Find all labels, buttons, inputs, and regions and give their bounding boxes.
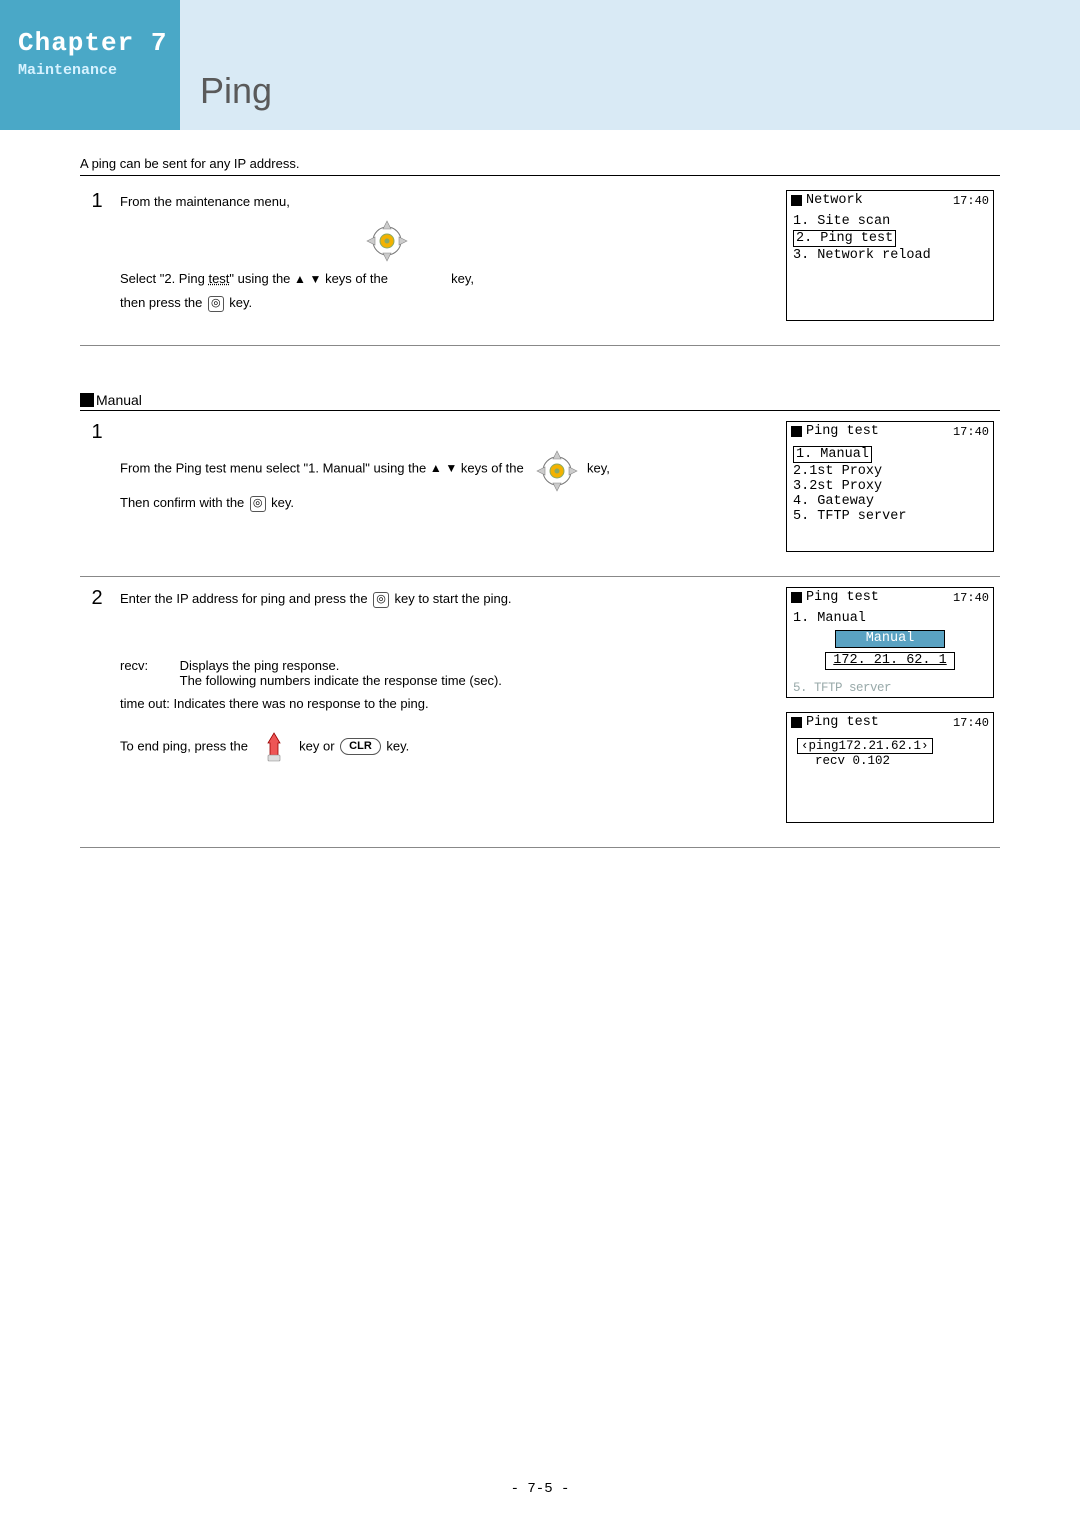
ghost-row: 5. TFTP server xyxy=(793,681,891,695)
menu-item: 1. Site scan xyxy=(793,214,890,229)
step1-line1: From the maintenance menu, xyxy=(120,190,774,215)
manual-step-row-2: 2 Enter the IP address for ping and pres… xyxy=(80,577,1000,848)
recv-definition: recv: Displays the ping response. The fo… xyxy=(120,658,774,688)
step-screen-cell: Network 17:40 1. Site scan 2. Ping test … xyxy=(780,180,1000,346)
chapter-block: Chapter 7 Maintenance xyxy=(0,0,180,130)
screen-title: Ping test xyxy=(806,715,953,730)
screen-time: 17:40 xyxy=(953,194,989,208)
screen-marker-icon xyxy=(791,717,802,728)
step-screen-cell: Ping test 17:40 1. Manual 2.1st Proxy 3.… xyxy=(780,411,1000,577)
menu-item-selected: 1. Manual xyxy=(793,446,872,463)
timeout-definition: time out: Indicates there was no respons… xyxy=(120,696,774,711)
ping-line: ping172.21.62.1 xyxy=(797,738,933,754)
timeout-label: time out: xyxy=(120,696,170,711)
menu-item: 1. Manual xyxy=(793,611,866,626)
timeout-desc: Indicates there was no response to the p… xyxy=(173,696,428,711)
screen-time: 17:40 xyxy=(953,425,989,439)
pingtest-menu-screen: Ping test 17:40 1. Manual 2.1st Proxy 3.… xyxy=(786,421,994,552)
manual-entry-screen: Ping test 17:40 1. Manual Manual 172. 21… xyxy=(786,587,994,698)
recv-label: recv: xyxy=(120,658,176,673)
page-number: - 7-5 - xyxy=(0,1481,1080,1497)
screen-marker-icon xyxy=(791,195,802,206)
square-bullet-icon xyxy=(80,393,94,407)
ping-result-screen: Ping test 17:40 ping172.21.62.1 recv 0.1… xyxy=(786,712,994,823)
recv-line: recv 0.102 xyxy=(793,754,890,768)
end-key-icon xyxy=(256,729,292,765)
enter-key-icon: ◎ xyxy=(250,496,266,512)
screen-title: Ping test xyxy=(806,424,953,439)
step-number: 2 xyxy=(80,577,114,848)
enter-key-icon: ◎ xyxy=(373,592,389,608)
definitions: recv: Displays the ping response. The fo… xyxy=(120,658,774,711)
network-screen: Network 17:40 1. Site scan 2. Ping test … xyxy=(786,190,994,321)
up-arrow-icon xyxy=(430,456,442,481)
navkey-icon xyxy=(533,447,577,491)
screen-title: Ping test xyxy=(806,590,953,605)
screen-title: Network xyxy=(806,193,953,208)
step-body: From the maintenance menu, xyxy=(114,180,780,346)
menu-item: 5. TFTP server xyxy=(793,509,906,524)
step-body: Enter the IP address for ping and press … xyxy=(114,577,780,848)
step1-line3: then press the ◎ key. xyxy=(120,291,774,316)
down-arrow-icon xyxy=(445,456,457,481)
menu-item: 3.2st Proxy xyxy=(793,479,882,494)
menu-item: 2.1st Proxy xyxy=(793,464,882,479)
intro-text: A ping can be sent for any IP address. xyxy=(80,156,1000,176)
recv-desc: Displays the ping response. The followin… xyxy=(180,658,774,688)
steps-table-manual: 1 From the Ping test menu select "1. Man… xyxy=(80,411,1000,848)
screen-marker-icon xyxy=(791,592,802,603)
ip-entry-box: 172. 21. 62. 1 xyxy=(825,652,955,670)
chapter-number: Chapter 7 xyxy=(18,28,168,58)
end-ping-line: To end ping, press the key or CLR key. xyxy=(120,729,774,765)
down-arrow-icon xyxy=(310,267,322,292)
screen-marker-icon xyxy=(791,426,802,437)
clr-key-icon: CLR xyxy=(340,738,381,755)
step-body: From the Ping test menu select "1. Manua… xyxy=(114,411,780,577)
screen-time: 17:40 xyxy=(953,716,989,730)
menu-item: 4. Gateway xyxy=(793,494,874,509)
menu-item-selected: 2. Ping test xyxy=(793,230,896,247)
menu-item: 3. Network reload xyxy=(793,248,931,263)
manual1-line2: Then confirm with the ◎ key. xyxy=(120,491,774,516)
manual-step-row-1: 1 From the Ping test menu select "1. Man… xyxy=(80,411,1000,577)
manual2-line: Enter the IP address for ping and press … xyxy=(120,587,774,612)
manual-subheader: Manual xyxy=(80,392,1000,411)
manual1-line1: From the Ping test menu select "1. Manua… xyxy=(120,447,774,491)
step-row-1: 1 From the maintenance menu, xyxy=(80,180,1000,346)
step-screen-cell: Ping test 17:40 1. Manual Manual 172. 21… xyxy=(780,577,1000,848)
navkey-icon xyxy=(363,217,411,265)
page-title: Ping xyxy=(200,70,272,112)
steps-table-top: 1 From the maintenance menu, xyxy=(80,180,1000,346)
screen-time: 17:40 xyxy=(953,591,989,605)
manual-box: Manual xyxy=(835,630,945,648)
page-header: Chapter 7 Maintenance Ping xyxy=(0,0,1080,130)
step-number: 1 xyxy=(80,411,114,577)
up-arrow-icon xyxy=(294,267,306,292)
chapter-subtitle: Maintenance xyxy=(18,62,168,79)
step1-line2: Select "2. Ping test" using the keys of … xyxy=(120,267,774,292)
enter-key-icon: ◎ xyxy=(208,296,224,312)
